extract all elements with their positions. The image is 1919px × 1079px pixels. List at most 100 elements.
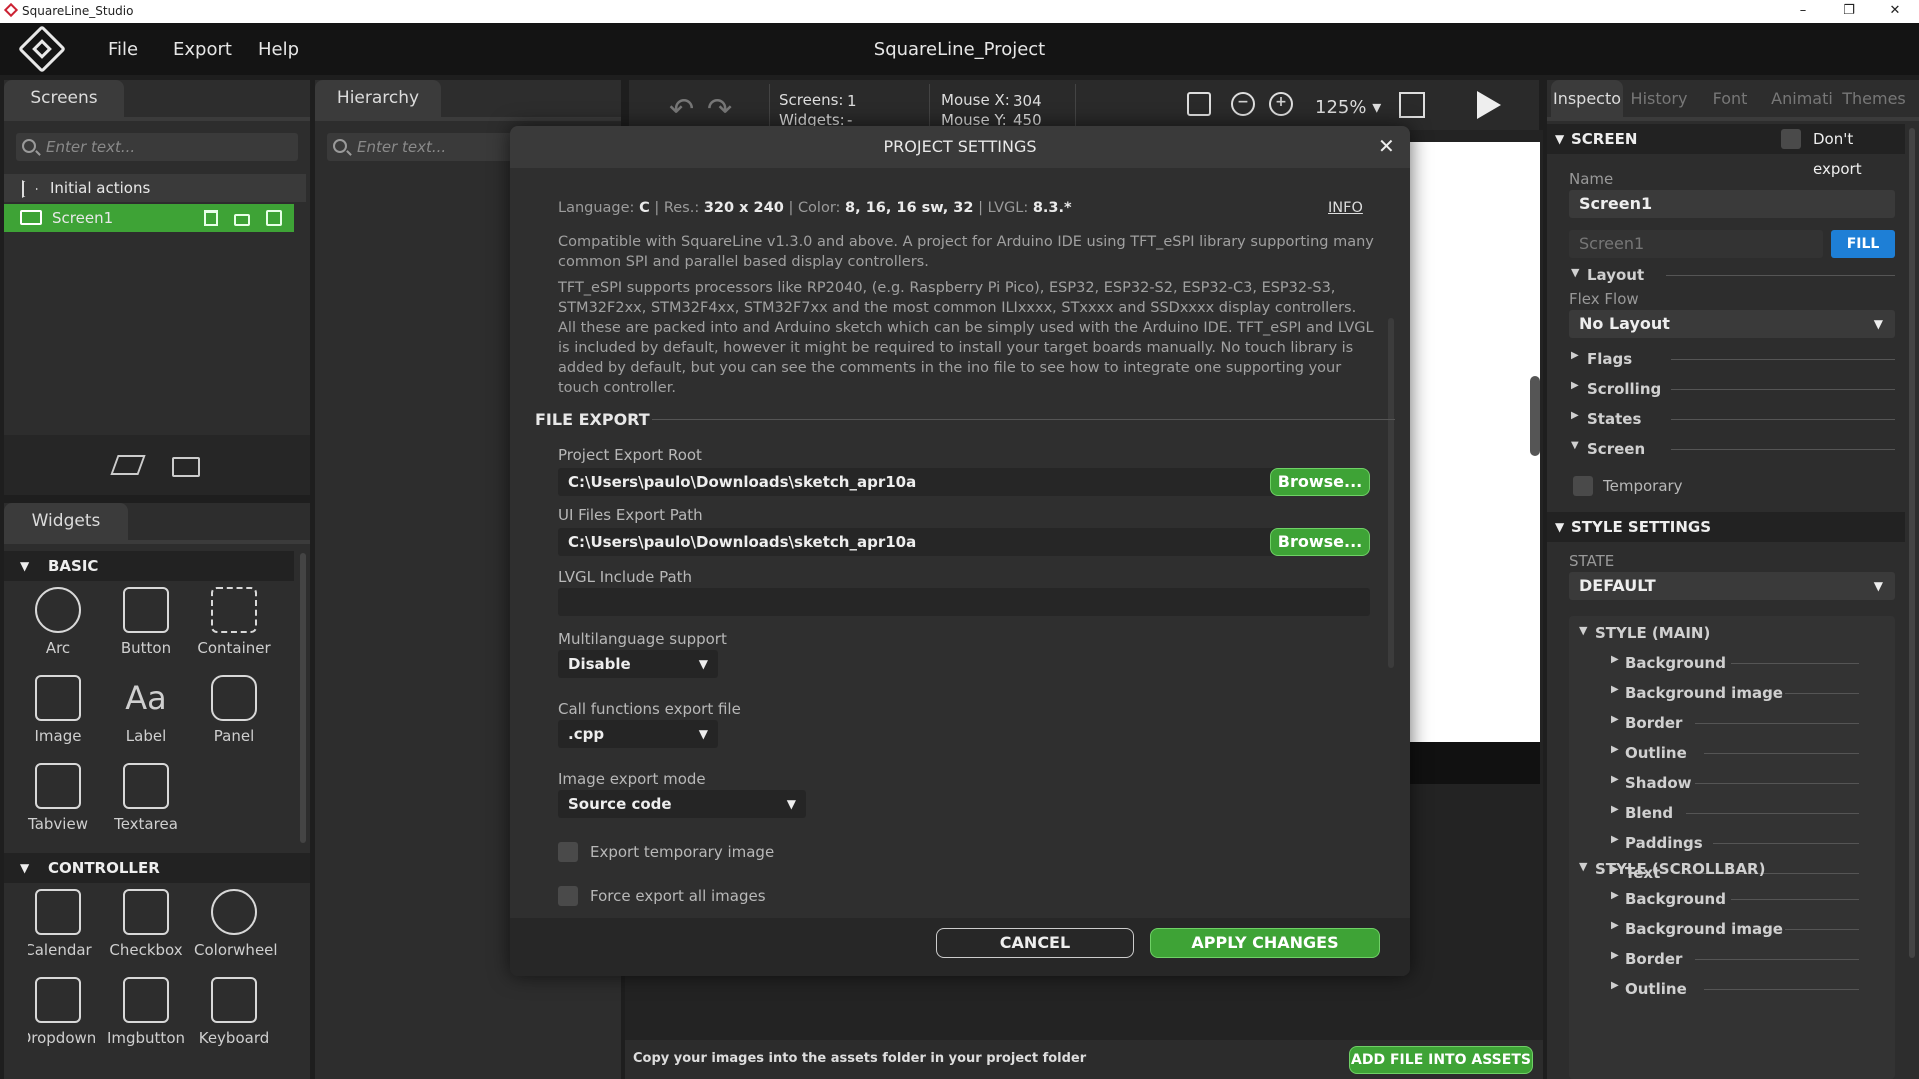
delete-icon[interactable]	[204, 210, 218, 226]
section-flags[interactable]: ▶ Flags	[1571, 350, 1895, 370]
controller-section-header[interactable]: ▼ CONTROLLER	[4, 853, 310, 883]
temporary-label: Temporary	[1603, 477, 1683, 495]
widget-keyboard[interactable]: Keyboard	[194, 977, 274, 1047]
widgets-scrollbar[interactable]	[300, 553, 306, 843]
mouse-x-label: Mouse X:	[941, 91, 1010, 109]
inspector-collapsed-sections: ▶ Flags ▶ Scrolling ▶ States ▼ Screen	[1571, 350, 1895, 460]
force-export-checkbox[interactable]	[558, 886, 578, 906]
screen1-item[interactable]: Screen1	[4, 204, 294, 232]
lvgl-include-input[interactable]	[558, 588, 1370, 616]
callfn-dropdown[interactable]: .cpp ▼	[558, 720, 718, 748]
redo-icon[interactable]: ↷	[707, 92, 732, 127]
section-screen_sec[interactable]: ▼ Screen	[1571, 440, 1895, 460]
browse-ui-path-button[interactable]: Browse...	[1270, 528, 1370, 556]
maximize-button[interactable]: ❐	[1826, 0, 1872, 23]
close-dialog-icon[interactable]: ✕	[1378, 134, 1395, 158]
widget-imgbutton[interactable]: Imgbutton	[106, 977, 186, 1047]
cancel-button[interactable]: CANCEL	[936, 928, 1134, 958]
widget-image[interactable]: Image	[18, 675, 98, 745]
style-item[interactable]: ▶ Shadow	[1611, 774, 1859, 794]
search-icon	[22, 139, 36, 153]
undo-icon[interactable]: ↶	[669, 92, 694, 127]
widget-tabview[interactable]: Tabview	[18, 763, 98, 833]
style-settings-header[interactable]: ▼ STYLE SETTINGS	[1547, 512, 1905, 542]
fit-image-icon[interactable]	[1187, 92, 1211, 116]
widget-colorwheel[interactable]: Colorwheel	[194, 889, 278, 959]
multilang-dropdown[interactable]: Disable ▼	[558, 650, 718, 678]
layout-section[interactable]: ▼ Layout	[1571, 266, 1895, 286]
add-file-into-assets-button[interactable]: ADD FILE INTO ASSETS	[1349, 1046, 1533, 1074]
screen-preview[interactable]	[1410, 142, 1540, 742]
tab-inspector-2[interactable]: Font	[1695, 80, 1765, 117]
folder-icon[interactable]	[172, 457, 200, 477]
widget-calendar[interactable]: Calendar	[28, 889, 98, 959]
state-dropdown[interactable]: DEFAULT ▼	[1569, 572, 1895, 600]
zoom-level-dropdown[interactable]: 125% ▾	[1315, 97, 1381, 118]
name-input[interactable]: Screen1	[1569, 190, 1895, 218]
screens-search-input[interactable]: Enter text...	[16, 133, 298, 161]
widget-container[interactable]: Container	[194, 587, 274, 657]
tab-hierarchy[interactable]: Hierarchy	[315, 80, 441, 117]
style-item[interactable]: ▶ Outline	[1611, 744, 1859, 764]
minimize-button[interactable]: –	[1780, 0, 1826, 23]
menu-export[interactable]: Export	[173, 39, 232, 60]
browse-export-root-button[interactable]: Browse...	[1270, 468, 1370, 496]
widget-panel[interactable]: Panel	[194, 675, 274, 745]
widget-checkbox[interactable]: Checkbox	[106, 889, 186, 959]
info-link[interactable]: INFO	[1328, 200, 1363, 216]
export-root-input[interactable]: C:\Users\paulo\Downloads\sketch_apr10a	[558, 468, 1276, 496]
add-screen-icon[interactable]	[110, 455, 146, 475]
name-variable-input[interactable]: Screen1	[1569, 230, 1823, 258]
tab-inspector-1[interactable]: History	[1623, 80, 1695, 117]
arc-icon	[35, 587, 81, 633]
section-states[interactable]: ▶ States	[1571, 410, 1895, 430]
tab-inspector-3[interactable]: Animati	[1765, 80, 1839, 117]
zoom-out-icon[interactable]: −	[1231, 92, 1255, 116]
screen-section-header[interactable]: ▼ SCREEN Don't export	[1547, 124, 1905, 178]
export-temp-checkbox[interactable]	[558, 842, 578, 862]
apply-changes-button[interactable]: APPLY CHANGES	[1150, 928, 1380, 958]
widget-dropdown[interactable]: Dropdown	[28, 977, 98, 1047]
style-item[interactable]: ▶ Background	[1611, 890, 1859, 910]
menu-help[interactable]: Help	[258, 39, 299, 60]
section-scrolling[interactable]: ▶ Scrolling	[1571, 380, 1895, 400]
menu-file[interactable]: File	[108, 39, 138, 60]
style-item[interactable]: ▶ Background image	[1611, 920, 1859, 940]
widget-label: Container	[197, 639, 271, 657]
duplicate-icon[interactable]	[266, 210, 282, 226]
fill-button[interactable]: FILL	[1831, 230, 1895, 258]
inspector-scrollbar[interactable]	[1909, 128, 1915, 958]
style-item[interactable]: ▶ Border	[1611, 714, 1859, 734]
tab-inspector-0[interactable]: Inspecto	[1551, 80, 1623, 117]
dialog-footer: CANCEL APPLY CHANGES	[510, 918, 1410, 976]
dialog-scrollbar[interactable]	[1388, 318, 1394, 668]
flex-flow-dropdown[interactable]: No Layout ▼	[1569, 310, 1895, 338]
widget-textarea[interactable]: Textarea	[106, 763, 186, 833]
close-window-button[interactable]: ✕	[1872, 0, 1918, 23]
style-item[interactable]: ▶ Background	[1611, 654, 1859, 674]
temporary-checkbox[interactable]	[1573, 476, 1593, 496]
tab-widgets[interactable]: Widgets	[4, 503, 128, 540]
dont-export-checkbox[interactable]	[1781, 129, 1801, 149]
style-item[interactable]: ▶ Blend	[1611, 804, 1859, 824]
tab-screens[interactable]: Screens	[4, 80, 124, 117]
imgbutton-icon	[123, 977, 169, 1023]
ui-path-input[interactable]: C:\Users\paulo\Downloads\sketch_apr10a	[558, 528, 1276, 556]
style-item[interactable]: ▶ Background image	[1611, 684, 1859, 704]
play-preview-icon[interactable]	[1477, 91, 1501, 119]
style-scrollbar-header[interactable]: ▼ STYLE (SCROLLBAR)	[1579, 860, 1879, 878]
style-item[interactable]: ▶ Outline	[1611, 980, 1859, 1000]
imgmode-dropdown[interactable]: Source code ▼	[558, 790, 806, 818]
style-main-header[interactable]: ▼ STYLE (MAIN)	[1579, 624, 1879, 642]
tab-inspector-4[interactable]: Themes	[1839, 80, 1909, 117]
fullscreen-icon[interactable]	[1399, 92, 1425, 118]
widget-label[interactable]: Aa Label	[106, 675, 186, 745]
style-item[interactable]: ▶ Paddings	[1611, 834, 1859, 854]
lock-icon[interactable]	[234, 214, 250, 226]
basic-section-header[interactable]: ▼ BASIC	[4, 551, 294, 581]
initial-actions-item[interactable]: Initial actions	[4, 174, 306, 202]
widget-arc[interactable]: Arc	[18, 587, 98, 657]
style-item[interactable]: ▶ Border	[1611, 950, 1859, 970]
widget-button[interactable]: Button	[106, 587, 186, 657]
zoom-in-icon[interactable]: +	[1269, 92, 1293, 116]
